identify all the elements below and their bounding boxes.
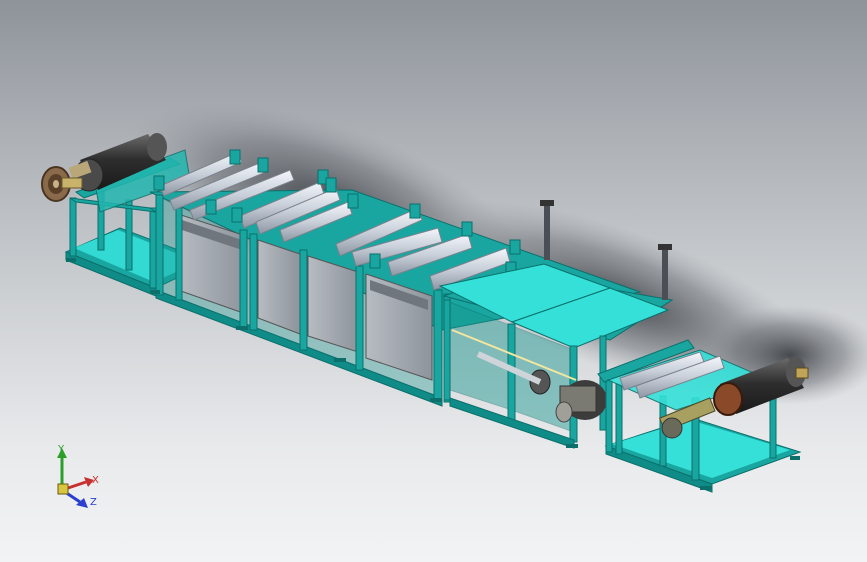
triad-y-label: Y xyxy=(58,444,65,455)
coordinate-triad: Y X Z xyxy=(44,440,104,512)
triad-x-label: X xyxy=(92,475,99,486)
machine-assembly-model[interactable] xyxy=(0,0,867,562)
left-air-column xyxy=(544,200,550,260)
cad-viewport[interactable]: Y X Z xyxy=(0,0,867,562)
triad-z-label: Z xyxy=(90,497,97,508)
right-air-column xyxy=(662,244,668,300)
